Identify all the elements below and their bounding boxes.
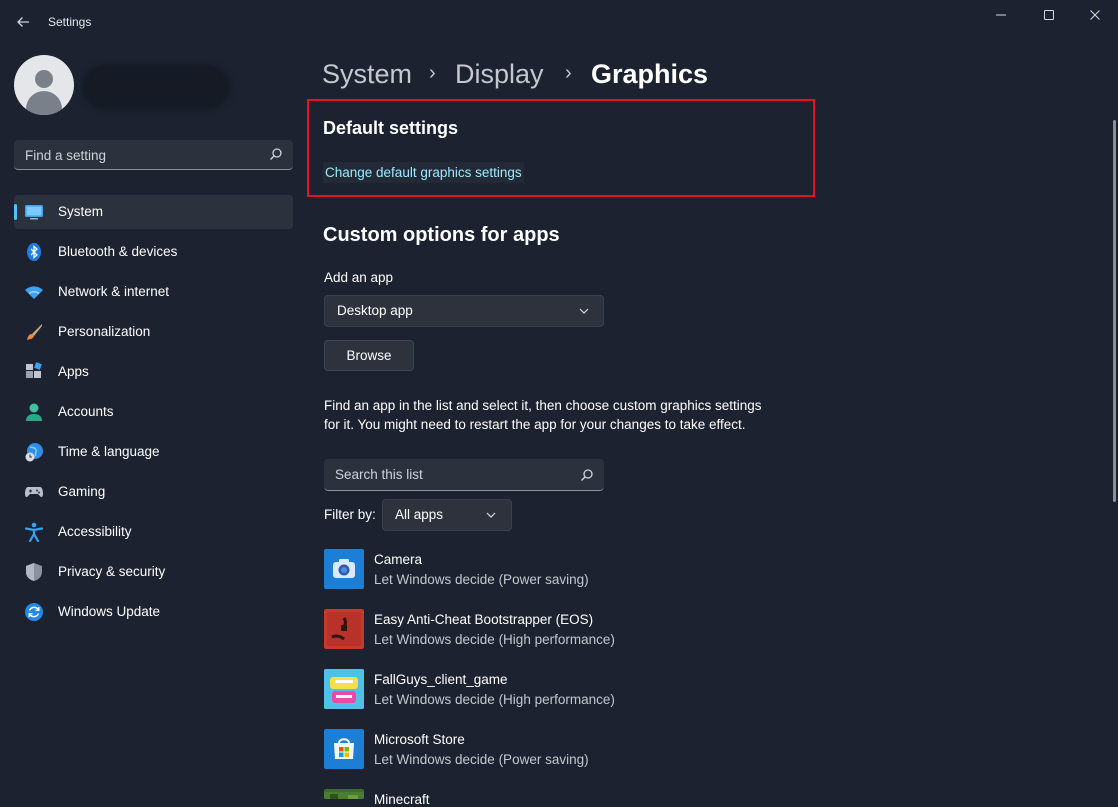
globe-clock-icon xyxy=(25,443,43,462)
person-icon xyxy=(26,403,42,421)
sidebar-item-label: Network & internet xyxy=(58,284,170,299)
wifi-icon xyxy=(25,286,43,299)
chevron-down-icon xyxy=(579,308,589,314)
minimize-button[interactable] xyxy=(978,5,1024,25)
sidebar-item-label: Personalization xyxy=(58,324,151,339)
app-type-dropdown[interactable]: Desktop app xyxy=(324,295,604,327)
close-icon xyxy=(1090,10,1100,20)
app-name[interactable]: FallGuys_client_game xyxy=(374,672,508,687)
chevron-down-icon xyxy=(486,512,496,518)
browse-button[interactable]: Browse xyxy=(324,340,414,371)
app-title: Settings xyxy=(48,15,92,29)
sidebar-item-gaming[interactable]: Gaming xyxy=(14,475,293,509)
display-icon xyxy=(25,205,43,220)
back-button[interactable] xyxy=(12,12,34,32)
maximize-icon xyxy=(1044,10,1054,20)
sidebar-item-label: Gaming xyxy=(58,484,106,499)
app-list-search-placeholder: Search this list xyxy=(335,467,423,482)
fall-guys-icon[interactable] xyxy=(324,669,364,709)
app-type-value: Desktop app xyxy=(337,303,413,318)
store-icon[interactable] xyxy=(324,729,364,769)
filter-dropdown[interactable]: All apps xyxy=(382,499,512,531)
breadcrumb-separator: › xyxy=(429,62,436,84)
sidebar-item-network[interactable]: Network & internet xyxy=(14,275,293,309)
sidebar-item-time-language[interactable]: Time & language xyxy=(14,435,293,469)
apps-icon xyxy=(26,362,42,378)
gamepad-icon xyxy=(25,487,43,498)
page-title: Graphics xyxy=(591,59,709,89)
sidebar-item-label: Privacy & security xyxy=(58,564,166,579)
avatar-head-shape xyxy=(35,70,53,88)
sidebar-item-personalization[interactable]: Personalization xyxy=(14,315,293,349)
app-name[interactable]: Minecraft xyxy=(374,792,430,807)
find-setting-search[interactable]: Find a setting xyxy=(14,140,293,170)
avatar-body-shape xyxy=(26,91,62,115)
sidebar-item-label: Time & language xyxy=(58,444,160,459)
app-name[interactable]: Camera xyxy=(374,552,422,567)
maximize-button[interactable] xyxy=(1026,5,1072,25)
minimize-icon xyxy=(996,14,1006,16)
scrollbar[interactable] xyxy=(1113,120,1116,502)
sidebar-item-label: Accessibility xyxy=(58,524,132,539)
shield-icon xyxy=(26,563,42,581)
camera-icon[interactable] xyxy=(324,549,364,589)
close-button[interactable] xyxy=(1072,5,1118,25)
custom-options-description: Find an app in the list and select it, t… xyxy=(324,398,762,432)
sidebar-item-label: Bluetooth & devices xyxy=(58,244,178,259)
app-gpu-preference: Let Windows decide (High performance) xyxy=(374,692,615,707)
sidebar-item-label: System xyxy=(58,204,104,219)
rust-game-icon[interactable] xyxy=(324,609,364,649)
app-gpu-preference: Let Windows decide (Power saving) xyxy=(374,752,589,767)
breadcrumb-separator: › xyxy=(565,62,572,84)
avatar[interactable] xyxy=(14,55,74,115)
custom-options-heading: Custom options for apps xyxy=(323,224,560,246)
app-list-search[interactable]: Search this list xyxy=(324,459,604,491)
app-name[interactable]: Microsoft Store xyxy=(374,732,465,747)
minecraft-icon[interactable] xyxy=(324,789,364,799)
sidebar-item-label: Apps xyxy=(58,364,89,379)
paintbrush-icon xyxy=(27,324,42,340)
sidebar-item-label: Accounts xyxy=(58,404,114,419)
sidebar-item-windows-update[interactable]: Windows Update xyxy=(14,595,293,629)
app-gpu-preference: Let Windows decide (Power saving) xyxy=(374,572,589,587)
search-icon xyxy=(270,148,282,160)
sidebar-item-label: Windows Update xyxy=(58,604,161,619)
app-name[interactable]: Easy Anti-Cheat Bootstrapper (EOS) xyxy=(374,612,593,627)
sidebar-item-privacy-security[interactable]: Privacy & security xyxy=(14,555,293,589)
redacted-account-name xyxy=(82,64,230,110)
sidebar-item-accessibility[interactable]: Accessibility xyxy=(14,515,293,549)
breadcrumb-display[interactable]: Display xyxy=(455,56,544,92)
filter-value: All apps xyxy=(395,507,444,522)
breadcrumb-system[interactable]: System xyxy=(322,56,412,92)
accessibility-icon xyxy=(24,522,44,542)
change-default-graphics-link[interactable]: Change default graphics settings xyxy=(323,162,524,183)
sidebar-item-apps[interactable]: Apps xyxy=(14,355,293,389)
sidebar-item-system[interactable]: System xyxy=(14,195,293,229)
add-app-label: Add an app xyxy=(324,270,394,285)
sidebar-item-bluetooth[interactable]: Bluetooth & devices xyxy=(14,235,293,269)
arrow-left-icon xyxy=(17,17,29,27)
update-icon xyxy=(25,603,43,621)
bluetooth-icon xyxy=(27,243,41,261)
filter-label: Filter by: xyxy=(324,507,376,522)
search-icon xyxy=(581,469,593,481)
find-setting-placeholder: Find a setting xyxy=(25,148,107,163)
sidebar-item-accounts[interactable]: Accounts xyxy=(14,395,293,429)
active-indicator xyxy=(14,204,17,220)
app-gpu-preference: Let Windows decide (High performance) xyxy=(374,632,615,647)
default-settings-heading: Default settings xyxy=(323,118,459,138)
